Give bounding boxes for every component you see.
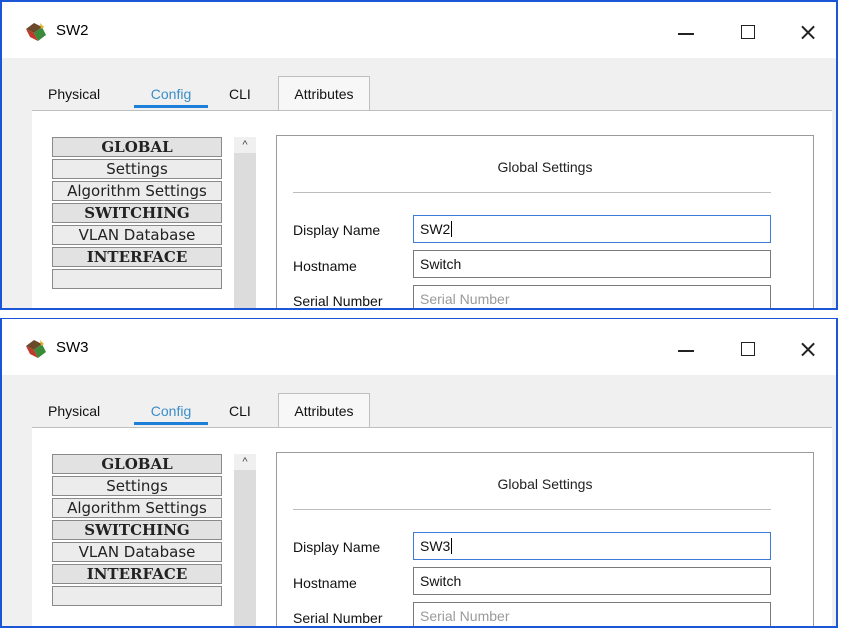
nav-scrollbar[interactable]: ^	[234, 454, 256, 626]
switch-app-icon	[26, 23, 46, 41]
tab-attributes[interactable]: Attributes	[278, 393, 370, 428]
close-button[interactable]: ×	[786, 14, 830, 50]
text-caret	[451, 221, 453, 237]
tab-config[interactable]: Config	[134, 393, 208, 429]
hostname-label: Hostname	[293, 258, 357, 274]
hostname-label: Hostname	[293, 575, 357, 591]
maximize-button[interactable]	[726, 14, 770, 50]
scroll-up-icon[interactable]: ^	[234, 454, 256, 470]
nav-header-interface[interactable]: INTERFACE	[52, 247, 222, 267]
display-name-value: SW2	[420, 221, 451, 237]
tab-config-label: Config	[150, 403, 192, 419]
title-bar[interactable]: SW3 ×	[2, 319, 836, 375]
panel-title: Global Settings	[497, 476, 593, 492]
display-name-input[interactable]: SW3	[413, 532, 771, 560]
serial-number-label: Serial Number	[293, 293, 383, 309]
nav-header-global[interactable]: GLOBAL	[52, 137, 222, 157]
config-nav-list: GLOBAL Settings Algorithm Settings SWITC…	[52, 127, 256, 308]
serial-number-input[interactable]: Serial Number	[413, 602, 771, 626]
minimize-button[interactable]	[664, 14, 708, 50]
nav-item-vlan-database[interactable]: VLAN Database	[52, 542, 222, 562]
tab-physical[interactable]: Physical	[48, 393, 100, 429]
close-button[interactable]: ×	[786, 331, 830, 367]
global-settings-panel: Global Settings Display Name SW2 Hostnam…	[276, 135, 814, 309]
switch-app-icon	[26, 340, 46, 358]
nav-item-partial[interactable]	[52, 269, 222, 289]
text-caret	[451, 538, 453, 554]
nav-item-settings[interactable]: Settings	[52, 476, 222, 496]
scroll-up-icon[interactable]: ^	[234, 137, 256, 153]
tab-cli[interactable]: CLI	[229, 76, 251, 112]
nav-header-switching[interactable]: SWITCHING	[52, 520, 222, 540]
tab-attributes[interactable]: Attributes	[278, 76, 370, 111]
window-title: SW3	[56, 339, 89, 356]
config-nav-list: GLOBAL Settings Algorithm Settings SWITC…	[52, 444, 256, 626]
window-title: SW2	[56, 22, 89, 39]
close-icon: ×	[797, 18, 819, 46]
hostname-input[interactable]: Switch	[413, 250, 771, 278]
sw3-window: SW3 × Physical Config CLI Attributes GLO…	[0, 318, 838, 628]
display-name-value: SW3	[420, 538, 451, 554]
display-name-input[interactable]: SW2	[413, 215, 771, 243]
nav-item-settings[interactable]: Settings	[52, 159, 222, 179]
global-settings-panel: Global Settings Display Name SW3 Hostnam…	[276, 452, 814, 626]
nav-header-interface[interactable]: INTERFACE	[52, 564, 222, 584]
nav-item-partial[interactable]	[52, 586, 222, 606]
active-tab-indicator	[134, 105, 208, 108]
divider	[293, 509, 771, 510]
nav-item-algorithm-settings[interactable]: Algorithm Settings	[52, 181, 222, 201]
sw2-window: SW2 × Physical Config CLI Attributes GLO…	[0, 0, 838, 310]
nav-item-vlan-database[interactable]: VLAN Database	[52, 225, 222, 245]
tab-config-label: Config	[150, 86, 192, 102]
minimize-button[interactable]	[664, 331, 708, 367]
divider	[293, 192, 771, 193]
nav-scrollbar[interactable]: ^	[234, 137, 256, 308]
minimize-icon	[678, 350, 694, 352]
config-content: GLOBAL Settings Algorithm Settings SWITC…	[32, 110, 832, 309]
tab-config[interactable]: Config	[134, 76, 208, 112]
tab-physical[interactable]: Physical	[48, 76, 100, 112]
nav-item-algorithm-settings[interactable]: Algorithm Settings	[52, 498, 222, 518]
display-name-label: Display Name	[293, 539, 381, 555]
serial-number-label: Serial Number	[293, 610, 383, 626]
maximize-icon	[741, 342, 755, 356]
nav-header-global[interactable]: GLOBAL	[52, 454, 222, 474]
maximize-icon	[741, 25, 755, 39]
tab-cli[interactable]: CLI	[229, 393, 251, 429]
close-icon: ×	[797, 335, 819, 363]
config-content: GLOBAL Settings Algorithm Settings SWITC…	[32, 427, 832, 626]
panel-title: Global Settings	[497, 159, 593, 175]
active-tab-indicator	[134, 422, 208, 425]
maximize-button[interactable]	[726, 331, 770, 367]
display-name-label: Display Name	[293, 222, 381, 238]
serial-number-input[interactable]: Serial Number	[413, 285, 771, 308]
minimize-icon	[678, 33, 694, 35]
nav-header-switching[interactable]: SWITCHING	[52, 203, 222, 223]
hostname-input[interactable]: Switch	[413, 567, 771, 595]
title-bar[interactable]: SW2 ×	[2, 2, 836, 58]
